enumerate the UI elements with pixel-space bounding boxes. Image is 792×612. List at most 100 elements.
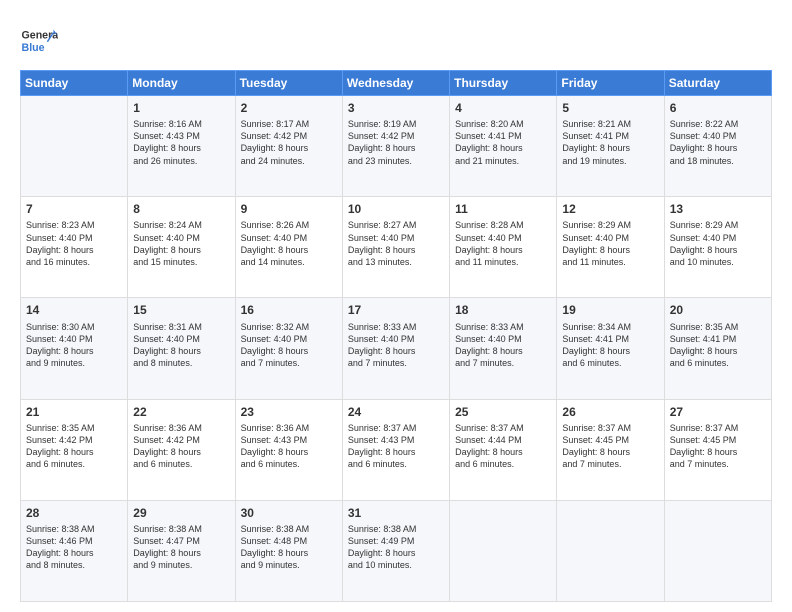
calendar-cell: 28 Sunrise: 8:38 AM Sunset: 4:46 PM Dayli… — [21, 500, 128, 601]
day-number: 15 — [133, 302, 229, 318]
day-number: 26 — [562, 404, 658, 420]
day-number: 16 — [241, 302, 337, 318]
svg-text:Blue: Blue — [22, 42, 45, 54]
day-info: Sunrise: 8:29 AM Sunset: 4:40 PM Dayligh… — [670, 219, 766, 268]
day-number: 22 — [133, 404, 229, 420]
day-number: 24 — [348, 404, 444, 420]
calendar-cell: 6 Sunrise: 8:22 AM Sunset: 4:40 PM Daylig… — [664, 96, 771, 197]
day-number: 10 — [348, 201, 444, 217]
day-info: Sunrise: 8:33 AM Sunset: 4:40 PM Dayligh… — [348, 321, 444, 370]
day-number: 13 — [670, 201, 766, 217]
calendar-week-row: 21 Sunrise: 8:35 AM Sunset: 4:42 PM Dayli… — [21, 399, 772, 500]
day-info: Sunrise: 8:28 AM Sunset: 4:40 PM Dayligh… — [455, 219, 551, 268]
day-info: Sunrise: 8:36 AM Sunset: 4:43 PM Dayligh… — [241, 422, 337, 471]
svg-text:General: General — [22, 30, 58, 42]
calendar-cell — [557, 500, 664, 601]
day-info: Sunrise: 8:32 AM Sunset: 4:40 PM Dayligh… — [241, 321, 337, 370]
calendar-table: SundayMondayTuesdayWednesdayThursdayFrid… — [20, 70, 772, 602]
calendar-cell: 16 Sunrise: 8:32 AM Sunset: 4:40 PM Dayli… — [235, 298, 342, 399]
day-number: 11 — [455, 201, 551, 217]
day-number: 8 — [133, 201, 229, 217]
day-info: Sunrise: 8:38 AM Sunset: 4:46 PM Dayligh… — [26, 523, 122, 572]
day-number: 25 — [455, 404, 551, 420]
day-number: 6 — [670, 100, 766, 116]
page: General Blue SundayMondayTuesdayWednesda… — [0, 0, 792, 612]
calendar-cell: 31Sunrise: 8:38 AM Sunset: 4:49 PM Dayli… — [342, 500, 449, 601]
calendar-cell: 19Sunrise: 8:34 AM Sunset: 4:41 PM Dayli… — [557, 298, 664, 399]
day-info: Sunrise: 8:22 AM Sunset: 4:40 PM Dayligh… — [670, 118, 766, 167]
logo-icon: General Blue — [20, 22, 58, 60]
calendar-cell: 21 Sunrise: 8:35 AM Sunset: 4:42 PM Dayli… — [21, 399, 128, 500]
calendar-cell: 4Sunrise: 8:20 AM Sunset: 4:41 PM Daylig… — [450, 96, 557, 197]
calendar-cell: 27 Sunrise: 8:37 AM Sunset: 4:45 PM Dayli… — [664, 399, 771, 500]
calendar-cell: 14 Sunrise: 8:30 AM Sunset: 4:40 PM Dayli… — [21, 298, 128, 399]
day-number: 31 — [348, 505, 444, 521]
day-number: 18 — [455, 302, 551, 318]
calendar-header-tuesday: Tuesday — [235, 71, 342, 96]
calendar-cell: 18 Sunrise: 8:33 AM Sunset: 4:40 PM Dayli… — [450, 298, 557, 399]
day-number: 21 — [26, 404, 122, 420]
calendar-cell: 2Sunrise: 8:17 AM Sunset: 4:42 PM Daylig… — [235, 96, 342, 197]
day-info: Sunrise: 8:37 AM Sunset: 4:44 PM Dayligh… — [455, 422, 551, 471]
day-info: Sunrise: 8:35 AM Sunset: 4:41 PM Dayligh… — [670, 321, 766, 370]
day-info: Sunrise: 8:21 AM Sunset: 4:41 PM Dayligh… — [562, 118, 658, 167]
day-number: 7 — [26, 201, 122, 217]
day-info: Sunrise: 8:17 AM Sunset: 4:42 PM Dayligh… — [241, 118, 337, 167]
calendar-cell: 13 Sunrise: 8:29 AM Sunset: 4:40 PM Dayli… — [664, 197, 771, 298]
day-number: 12 — [562, 201, 658, 217]
calendar-cell — [21, 96, 128, 197]
calendar-cell: 7 Sunrise: 8:23 AM Sunset: 4:40 PM Daylig… — [21, 197, 128, 298]
day-info: Sunrise: 8:23 AM Sunset: 4:40 PM Dayligh… — [26, 219, 122, 268]
day-number: 30 — [241, 505, 337, 521]
day-number: 5 — [562, 100, 658, 116]
day-number: 19 — [562, 302, 658, 318]
day-info: Sunrise: 8:19 AM Sunset: 4:42 PM Dayligh… — [348, 118, 444, 167]
day-info: Sunrise: 8:35 AM Sunset: 4:42 PM Dayligh… — [26, 422, 122, 471]
day-info: Sunrise: 8:16 AM Sunset: 4:43 PM Dayligh… — [133, 118, 229, 167]
calendar-cell: 5 Sunrise: 8:21 AM Sunset: 4:41 PM Daylig… — [557, 96, 664, 197]
day-number: 4 — [455, 100, 551, 116]
day-info: Sunrise: 8:30 AM Sunset: 4:40 PM Dayligh… — [26, 321, 122, 370]
calendar-header-row: SundayMondayTuesdayWednesdayThursdayFrid… — [21, 71, 772, 96]
calendar-cell: 10 Sunrise: 8:27 AM Sunset: 4:40 PM Dayli… — [342, 197, 449, 298]
calendar-cell: 1 Sunrise: 8:16 AM Sunset: 4:43 PM Daylig… — [128, 96, 235, 197]
calendar-cell: 26Sunrise: 8:37 AM Sunset: 4:45 PM Dayli… — [557, 399, 664, 500]
day-info: Sunrise: 8:29 AM Sunset: 4:40 PM Dayligh… — [562, 219, 658, 268]
calendar-cell: 15 Sunrise: 8:31 AM Sunset: 4:40 PM Dayli… — [128, 298, 235, 399]
calendar-week-row: 1 Sunrise: 8:16 AM Sunset: 4:43 PM Daylig… — [21, 96, 772, 197]
day-number: 28 — [26, 505, 122, 521]
day-info: Sunrise: 8:37 AM Sunset: 4:45 PM Dayligh… — [670, 422, 766, 471]
day-info: Sunrise: 8:26 AM Sunset: 4:40 PM Dayligh… — [241, 219, 337, 268]
day-number: 27 — [670, 404, 766, 420]
day-info: Sunrise: 8:38 AM Sunset: 4:48 PM Dayligh… — [241, 523, 337, 572]
day-info: Sunrise: 8:38 AM Sunset: 4:47 PM Dayligh… — [133, 523, 229, 572]
calendar-header-sunday: Sunday — [21, 71, 128, 96]
day-info: Sunrise: 8:24 AM Sunset: 4:40 PM Dayligh… — [133, 219, 229, 268]
calendar-header-monday: Monday — [128, 71, 235, 96]
logo: General Blue — [20, 22, 62, 60]
calendar-cell: 17 Sunrise: 8:33 AM Sunset: 4:40 PM Dayli… — [342, 298, 449, 399]
day-info: Sunrise: 8:33 AM Sunset: 4:40 PM Dayligh… — [455, 321, 551, 370]
day-number: 17 — [348, 302, 444, 318]
day-number: 1 — [133, 100, 229, 116]
day-number: 14 — [26, 302, 122, 318]
calendar-cell: 12 Sunrise: 8:29 AM Sunset: 4:40 PM Dayli… — [557, 197, 664, 298]
calendar-cell: 8 Sunrise: 8:24 AM Sunset: 4:40 PM Daylig… — [128, 197, 235, 298]
calendar-cell: 9 Sunrise: 8:26 AM Sunset: 4:40 PM Daylig… — [235, 197, 342, 298]
day-number: 29 — [133, 505, 229, 521]
calendar-cell: 20 Sunrise: 8:35 AM Sunset: 4:41 PM Dayli… — [664, 298, 771, 399]
calendar-cell: 24Sunrise: 8:37 AM Sunset: 4:43 PM Dayli… — [342, 399, 449, 500]
day-number: 20 — [670, 302, 766, 318]
calendar-header-friday: Friday — [557, 71, 664, 96]
day-info: Sunrise: 8:27 AM Sunset: 4:40 PM Dayligh… — [348, 219, 444, 268]
day-info: Sunrise: 8:31 AM Sunset: 4:40 PM Dayligh… — [133, 321, 229, 370]
calendar-week-row: 14 Sunrise: 8:30 AM Sunset: 4:40 PM Dayli… — [21, 298, 772, 399]
calendar-header-wednesday: Wednesday — [342, 71, 449, 96]
calendar-cell: 11 Sunrise: 8:28 AM Sunset: 4:40 PM Dayli… — [450, 197, 557, 298]
day-number: 9 — [241, 201, 337, 217]
day-number: 3 — [348, 100, 444, 116]
calendar-header-thursday: Thursday — [450, 71, 557, 96]
calendar-week-row: 7 Sunrise: 8:23 AM Sunset: 4:40 PM Daylig… — [21, 197, 772, 298]
calendar-cell: 22Sunrise: 8:36 AM Sunset: 4:42 PM Dayli… — [128, 399, 235, 500]
day-number: 23 — [241, 404, 337, 420]
